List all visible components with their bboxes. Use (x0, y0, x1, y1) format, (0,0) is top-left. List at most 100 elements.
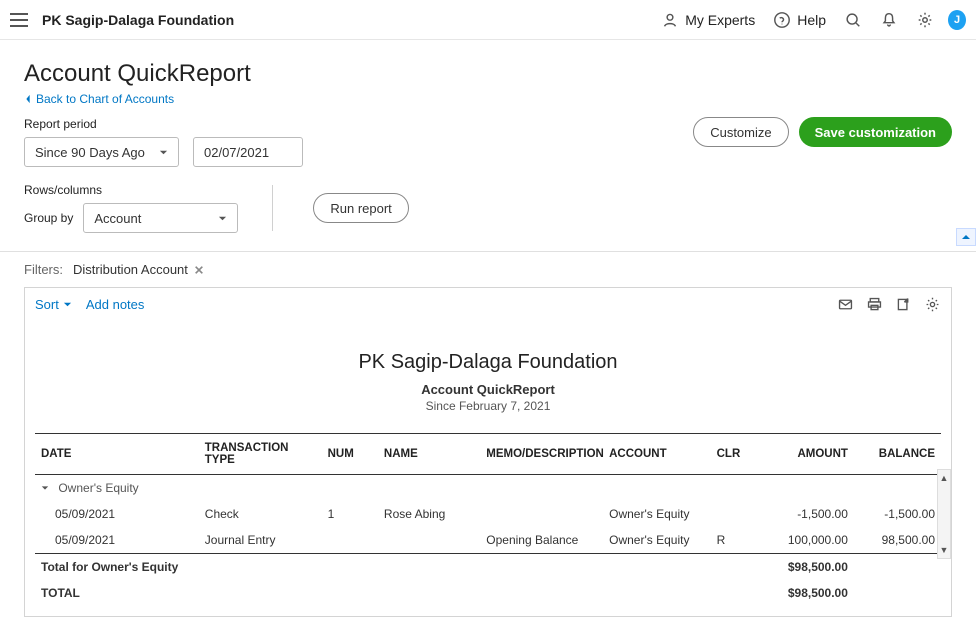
notifications-button[interactable] (880, 11, 898, 29)
card-settings-button[interactable] (924, 296, 941, 313)
back-link[interactable]: Back to Chart of Accounts (24, 92, 174, 106)
run-report-label: Run report (330, 201, 391, 216)
section-owners-equity[interactable]: Owner's Equity (35, 475, 941, 502)
cell-amount: 100,000.00 (752, 527, 854, 554)
cell-balance: 98,500.00 (854, 527, 941, 554)
divider (272, 185, 273, 231)
col-clr[interactable]: CLR (711, 434, 752, 475)
cell-num (322, 527, 378, 554)
collapse-button[interactable] (956, 228, 976, 246)
col-name[interactable]: NAME (378, 434, 480, 475)
save-label: Save customization (815, 125, 936, 140)
report-subtitle: Account QuickReport (35, 382, 941, 397)
page-title: Account QuickReport (24, 60, 952, 88)
grand-total-row: TOTAL $98,500.00 (35, 580, 941, 606)
cell-ttype: Journal Entry (199, 527, 322, 554)
report-period-select[interactable]: Since 90 Days Ago (24, 137, 179, 167)
report-company: PK Sagip-Dalaga Foundation (35, 351, 941, 374)
table-row[interactable]: 05/09/2021 Check 1 Rose Abing Owner's Eq… (35, 501, 941, 527)
triangle-down-icon (41, 481, 49, 495)
section-label: Owner's Equity (58, 481, 138, 495)
gear-icon (916, 11, 934, 29)
group-by-value: Account (94, 211, 141, 226)
cell-memo: Opening Balance (480, 527, 603, 554)
table-row[interactable]: 05/09/2021 Journal Entry Opening Balance… (35, 527, 941, 554)
cell-balance: -1,500.00 (854, 501, 941, 527)
email-button[interactable] (837, 296, 854, 313)
close-icon[interactable] (194, 265, 204, 275)
cell-name: Rose Abing (378, 501, 480, 527)
rows-columns-section: Rows/columns Group by Account Run report (0, 183, 976, 251)
date-value: 02/07/2021 (204, 145, 269, 160)
cell-account: Owner's Equity (603, 501, 710, 527)
company-name: PK Sagip-Dalaga Foundation (42, 12, 234, 28)
print-button[interactable] (866, 296, 883, 313)
report-header: PK Sagip-Dalaga Foundation Account Quick… (35, 351, 941, 413)
cell-clr (711, 501, 752, 527)
sort-label: Sort (35, 297, 59, 312)
col-memo[interactable]: MEMO/DESCRIPTION (480, 434, 603, 475)
settings-button[interactable] (916, 11, 934, 29)
cell-ttype: Check (199, 501, 322, 527)
grand-amount: $98,500.00 (752, 580, 854, 606)
rows-columns-label: Rows/columns (24, 183, 238, 197)
customize-button[interactable]: Customize (693, 117, 788, 147)
mail-icon (837, 296, 854, 313)
sort-menu[interactable]: Sort (35, 297, 72, 312)
table-header-row: DATE TRANSACTION TYPE NUM NAME MEMO/DESC… (35, 434, 941, 475)
my-experts-label: My Experts (685, 12, 755, 28)
report-period-value: Since 90 Days Ago (35, 145, 145, 160)
filters-label: Filters: (24, 262, 63, 277)
cell-amount: -1,500.00 (752, 501, 854, 527)
page-header: Account QuickReport Back to Chart of Acc… (0, 40, 976, 117)
filter-chip-label: Distribution Account (73, 262, 188, 277)
save-customization-button[interactable]: Save customization (799, 117, 952, 147)
col-balance[interactable]: BALANCE (854, 434, 941, 475)
back-link-label: Back to Chart of Accounts (36, 92, 174, 106)
avatar[interactable]: J (948, 10, 966, 30)
cell-num: 1 (322, 501, 378, 527)
report-period-label: Report period (24, 117, 303, 131)
grand-label: TOTAL (35, 580, 752, 606)
my-experts-link[interactable]: My Experts (661, 11, 755, 29)
report-card: Sort Add notes PK Sagip-Dalaga Foundatio… (24, 287, 952, 617)
cell-date: 05/09/2021 (35, 501, 199, 527)
report-period: Since February 7, 2021 (35, 399, 941, 413)
col-account[interactable]: ACCOUNT (603, 434, 710, 475)
printer-icon (866, 296, 883, 313)
report-table: DATE TRANSACTION TYPE NUM NAME MEMO/DESC… (35, 433, 941, 606)
add-notes-label: Add notes (86, 297, 145, 312)
scrollbar[interactable]: ▲ ▼ (937, 469, 951, 559)
help-link[interactable]: Help (773, 11, 826, 29)
search-icon (844, 11, 862, 29)
date-input[interactable]: 02/07/2021 (193, 137, 303, 167)
cell-name (378, 527, 480, 554)
scroll-up-icon[interactable]: ▲ (938, 470, 950, 486)
add-notes-link[interactable]: Add notes (86, 297, 145, 312)
run-report-button[interactable]: Run report (313, 193, 408, 223)
export-icon (895, 296, 912, 313)
filters-bar: Filters: Distribution Account (0, 252, 976, 287)
customize-label: Customize (710, 125, 771, 140)
gear-icon (924, 296, 941, 313)
cell-memo (480, 501, 603, 527)
controls-row: Report period Since 90 Days Ago 02/07/20… (0, 117, 976, 183)
col-transaction-type[interactable]: TRANSACTION TYPE (199, 434, 322, 475)
export-button[interactable] (895, 296, 912, 313)
chevron-up-icon (961, 232, 971, 242)
cell-clr: R (711, 527, 752, 554)
search-button[interactable] (844, 11, 862, 29)
col-amount[interactable]: AMOUNT (752, 434, 854, 475)
col-date[interactable]: DATE (35, 434, 199, 475)
menu-icon[interactable] (10, 13, 28, 27)
card-toolbar: Sort Add notes (25, 288, 951, 321)
report-body: PK Sagip-Dalaga Foundation Account Quick… (25, 321, 951, 616)
topbar: PK Sagip-Dalaga Foundation My Experts He… (0, 0, 976, 40)
group-by-select[interactable]: Account (83, 203, 238, 233)
bell-icon (880, 11, 898, 29)
chevron-down-icon (63, 297, 72, 312)
col-num[interactable]: NUM (322, 434, 378, 475)
person-icon (661, 11, 679, 29)
cell-account: Owner's Equity (603, 527, 710, 554)
scroll-down-icon[interactable]: ▼ (938, 542, 950, 558)
